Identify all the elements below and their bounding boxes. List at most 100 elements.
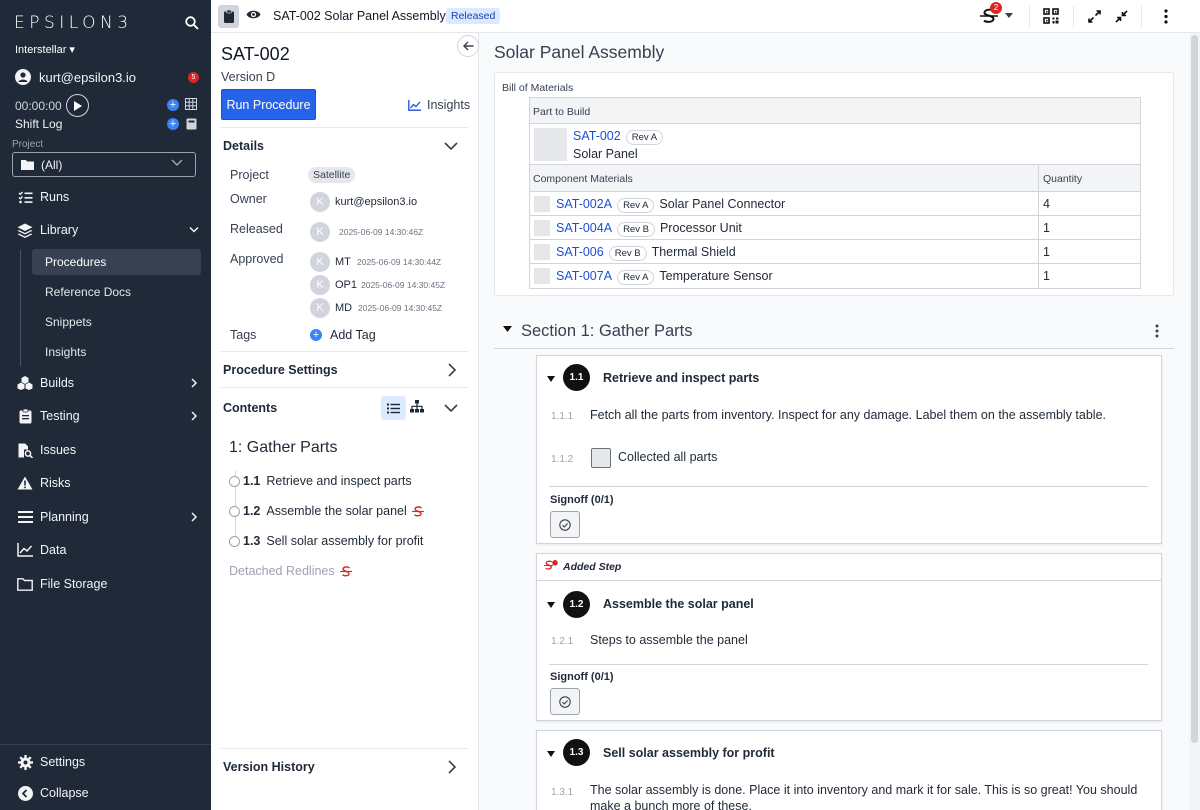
contents-header[interactable]: Contents xyxy=(223,401,277,415)
chevron-right-icon xyxy=(191,378,198,388)
divider xyxy=(221,748,468,749)
project-select[interactable]: (All) xyxy=(12,152,196,177)
book-icon[interactable] xyxy=(186,118,197,130)
nav-runs[interactable]: Runs xyxy=(0,183,211,211)
divider xyxy=(549,664,1148,665)
add-timer-button[interactable]: + xyxy=(167,99,179,111)
chevron-down-icon[interactable] xyxy=(444,403,458,413)
shift-timer: 00:00:00 + xyxy=(15,94,200,117)
nav-file-storage-label: File Storage xyxy=(40,577,108,591)
avatar: K xyxy=(310,192,330,212)
component-link[interactable]: SAT-002A xyxy=(556,197,612,211)
signoff-button[interactable] xyxy=(550,688,580,715)
search-icon[interactable] xyxy=(185,16,199,30)
nav-library-label: Library xyxy=(40,223,79,237)
timer-value: 00:00:00 xyxy=(15,98,62,113)
redline-count-badge: 2 xyxy=(990,2,1002,14)
approval-role: OP1 xyxy=(335,279,358,291)
expand-icon[interactable] xyxy=(1088,10,1101,23)
nav-insights[interactable]: Insights xyxy=(32,339,201,365)
app-logo[interactable]: EPSILON3 xyxy=(14,13,133,33)
component-link[interactable]: SAT-007A xyxy=(556,269,612,283)
part-link[interactable]: SAT-002 xyxy=(573,129,621,143)
play-button[interactable] xyxy=(65,94,89,117)
checkbox-label: Collected all parts xyxy=(618,450,718,464)
redline-icon xyxy=(411,505,424,516)
caret-down-icon[interactable] xyxy=(503,326,512,332)
folder-icon xyxy=(16,575,34,593)
procedure-settings-header[interactable]: Procedure Settings xyxy=(223,363,338,377)
redline-menu[interactable]: 2 xyxy=(980,2,1013,24)
toc-item[interactable]: 1.2 Assemble the solar panel xyxy=(229,504,424,518)
nav-risks[interactable]: Risks xyxy=(0,469,211,497)
component-link[interactable]: SAT-006 xyxy=(556,245,604,259)
version-history-header[interactable]: Version History xyxy=(223,760,315,774)
nav-testing[interactable]: Testing xyxy=(0,402,211,430)
rev-badge: Rev B xyxy=(617,222,655,237)
table-row: SAT-007A Rev A Temperature Sensor 1 xyxy=(530,264,1140,288)
nav-reference-docs[interactable]: Reference Docs xyxy=(32,279,201,305)
grid-icon[interactable] xyxy=(185,98,197,110)
chevron-right-icon[interactable] xyxy=(447,363,457,377)
chevron-right-icon[interactable] xyxy=(447,760,457,774)
divider xyxy=(221,387,468,388)
qr-code-icon[interactable] xyxy=(1043,8,1059,24)
detached-redlines[interactable]: Detached Redlines xyxy=(229,564,352,578)
add-tag-label: Add Tag xyxy=(330,328,376,342)
sidebar: EPSILON3 Interstellar ▾ kurt@epsilon3.io… xyxy=(0,0,211,810)
procedure-details-panel: SAT-002 Version D Run Procedure Insights… xyxy=(211,33,479,810)
nav-settings[interactable]: Settings xyxy=(0,748,211,776)
divider xyxy=(549,486,1148,487)
avatar: K xyxy=(310,298,330,318)
component-link[interactable]: SAT-004A xyxy=(556,221,612,235)
insights-link[interactable]: Insights xyxy=(408,98,470,112)
component-qty: 1 xyxy=(1043,269,1050,283)
nav-planning-label: Planning xyxy=(40,510,89,524)
toc-section-title[interactable]: 1: Gather Parts xyxy=(229,439,338,457)
add-shift-log-button[interactable]: + xyxy=(167,118,179,130)
top-bar: SAT-002 Solar Panel Assembly Released 2 xyxy=(211,0,1200,33)
nav-procedures[interactable]: Procedures xyxy=(32,249,201,275)
chevron-down-icon[interactable] xyxy=(444,141,458,151)
org-switcher[interactable]: Interstellar ▾ xyxy=(15,43,75,56)
shift-log[interactable]: Shift Log + xyxy=(15,117,200,131)
caret-down-icon[interactable] xyxy=(547,751,555,757)
clipboard-icon[interactable] xyxy=(218,5,239,28)
more-vertical-icon[interactable] xyxy=(1164,9,1168,24)
checkbox[interactable] xyxy=(591,448,611,468)
owner-label: Owner xyxy=(230,192,267,206)
substep-number: 1.1.2 xyxy=(551,454,574,465)
user-menu[interactable]: kurt@epsilon3.io 5 xyxy=(15,69,200,85)
nav-snippets[interactable]: Snippets xyxy=(32,309,201,335)
toc-item[interactable]: 1.1 Retrieve and inspect parts xyxy=(229,474,412,488)
nav-data[interactable]: Data xyxy=(0,536,211,564)
part-name: Solar Panel xyxy=(573,147,638,161)
nav-file-storage[interactable]: File Storage xyxy=(0,570,211,598)
caret-down-icon[interactable] xyxy=(547,602,555,608)
nav-builds[interactable]: Builds xyxy=(0,369,211,397)
toc-item[interactable]: 1.3 Sell solar assembly for profit xyxy=(229,534,423,548)
scrollbar[interactable] xyxy=(1189,33,1200,810)
scrollbar-thumb[interactable] xyxy=(1191,35,1198,743)
part-to-build-table: Part to Build SAT-002 Rev A Solar Panel xyxy=(529,97,1141,165)
list-view-button[interactable] xyxy=(381,396,406,420)
add-tag-button[interactable]: + Add Tag xyxy=(310,328,376,342)
signoff-button[interactable] xyxy=(550,511,580,538)
collapse-icon[interactable] xyxy=(1115,10,1128,23)
caret-down-icon[interactable] xyxy=(547,376,555,382)
nav-collapse[interactable]: Collapse xyxy=(0,779,211,807)
nav-library[interactable]: Library xyxy=(0,216,211,244)
caret-down-icon xyxy=(1005,13,1013,18)
run-procedure-button[interactable]: Run Procedure xyxy=(221,89,316,120)
nav-issues[interactable]: Issues xyxy=(0,436,211,464)
collapse-panel-button[interactable] xyxy=(457,35,479,57)
more-vertical-icon[interactable] xyxy=(1155,324,1159,338)
details-header[interactable]: Details xyxy=(223,139,264,153)
eye-icon[interactable] xyxy=(246,9,261,20)
component-image-placeholder xyxy=(534,196,550,212)
sitemap-icon[interactable] xyxy=(410,400,424,413)
notification-badge[interactable]: 5 xyxy=(188,72,199,83)
component-table-header: Component Materials Quantity xyxy=(530,165,1140,192)
nav-planning[interactable]: Planning xyxy=(0,503,211,531)
project-tag[interactable]: Satellite xyxy=(308,167,356,183)
